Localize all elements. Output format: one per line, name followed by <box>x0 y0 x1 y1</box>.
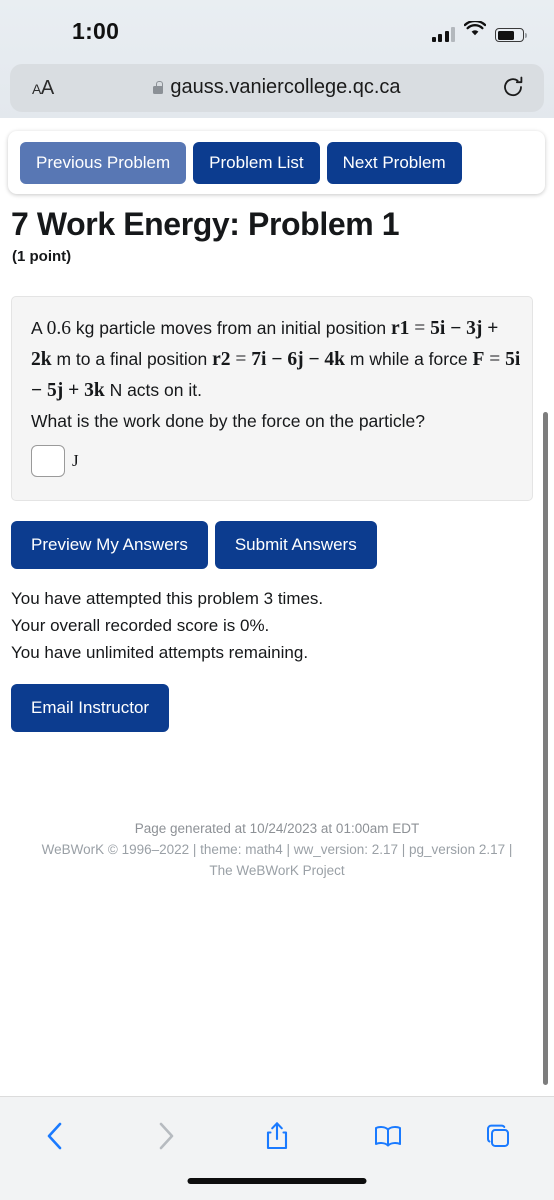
footer-version-line: WeBWorK © 1996–2022 | theme: math4 | ww_… <box>41 842 513 857</box>
ios-status-bar: 1:00 <box>0 0 554 58</box>
text-frag: N acts on it. <box>109 380 202 400</box>
problem-list-button[interactable]: Problem List <box>193 142 320 184</box>
force-label: F <box>472 349 485 370</box>
url-text: gauss.vaniercollege.qc.ca <box>170 76 401 98</box>
answer-action-buttons: Preview My Answers Submit Answers <box>11 521 377 569</box>
webpage-content: Previous Problem Problem List Next Probl… <box>0 118 554 1096</box>
home-indicator <box>187 1178 367 1184</box>
mass-value: 0.6 <box>46 318 71 339</box>
book-icon[interactable] <box>332 1107 443 1165</box>
previous-problem-button[interactable]: Previous Problem <box>20 142 187 184</box>
answer-row: J <box>31 445 79 477</box>
problem-text: A 0.6 kg particle moves from an initial … <box>31 313 521 436</box>
answer-unit-label: J <box>72 451 79 470</box>
status-time: 1:00 <box>72 18 120 44</box>
browser-chrome-top: AA gauss.vaniercollege.qc.ca <box>0 58 554 118</box>
score-text: Your overall recorded score is 0%. <box>11 616 270 635</box>
submit-answers-button[interactable]: Submit Answers <box>214 521 377 569</box>
share-icon[interactable] <box>222 1107 333 1165</box>
footer-project-line: The WeBWorK Project <box>209 863 345 878</box>
problem-nav-card: Previous Problem Problem List Next Probl… <box>8 131 545 194</box>
equals-sign: = <box>414 318 426 339</box>
attempts-text: You have attempted this problem 3 times. <box>11 589 324 608</box>
problem-question: What is the work done by the force on th… <box>31 411 425 431</box>
equals-sign: = <box>489 349 501 370</box>
vector-r2-value: 7i − 6j − 4k <box>251 349 346 370</box>
page-title: 7 Work Energy: Problem 1 <box>11 206 400 242</box>
toolbar-icons <box>0 1107 554 1165</box>
problem-statement-panel: A 0.6 kg particle moves from an initial … <box>11 296 533 501</box>
footer-generated-line: Page generated at 10/24/2023 at 01:00am … <box>134 821 420 836</box>
text-frag: kg particle moves from an initial positi… <box>75 318 387 338</box>
page-footer: Page generated at 10/24/2023 at 01:00am … <box>0 818 554 881</box>
address-bar[interactable]: AA gauss.vaniercollege.qc.ca <box>10 64 544 112</box>
wifi-icon <box>463 19 487 42</box>
page-scrollbar[interactable] <box>543 412 548 1085</box>
battery-icon <box>495 28 528 42</box>
email-instructor-button[interactable]: Email Instructor <box>11 684 170 732</box>
text-frag: m to a final position <box>56 349 208 369</box>
reload-icon[interactable] <box>502 76 524 98</box>
browser-toolbar-bottom <box>0 1096 554 1200</box>
next-problem-button[interactable]: Next Problem <box>326 142 462 184</box>
text-frag: m while a force <box>349 349 468 369</box>
status-indicators <box>431 19 528 42</box>
cellular-signal-icon <box>431 27 455 42</box>
equals-sign: = <box>235 349 247 370</box>
tabs-icon[interactable] <box>443 1107 554 1165</box>
forward-chevron-icon <box>111 1107 222 1165</box>
problem-nav-buttons: Previous Problem Problem List Next Probl… <box>20 142 462 184</box>
phone-screen: 1:00 AA gauss.vaniercollege.qc.ca Previo… <box>0 0 554 1200</box>
vector-r2-label: r2 <box>212 349 231 370</box>
text-frag: A <box>31 318 42 338</box>
problem-points: (1 point) <box>12 248 72 265</box>
vector-r1-label: r1 <box>391 318 410 339</box>
url-display[interactable]: gauss.vaniercollege.qc.ca <box>10 76 544 99</box>
lock-icon <box>153 81 164 94</box>
remaining-attempts-text: You have unlimited attempts remaining. <box>11 643 309 662</box>
answer-input[interactable] <box>31 445 65 477</box>
attempt-status: You have attempted this problem 3 times.… <box>11 585 323 666</box>
preview-my-answers-button[interactable]: Preview My Answers <box>11 521 208 569</box>
back-chevron-icon[interactable] <box>0 1107 111 1165</box>
